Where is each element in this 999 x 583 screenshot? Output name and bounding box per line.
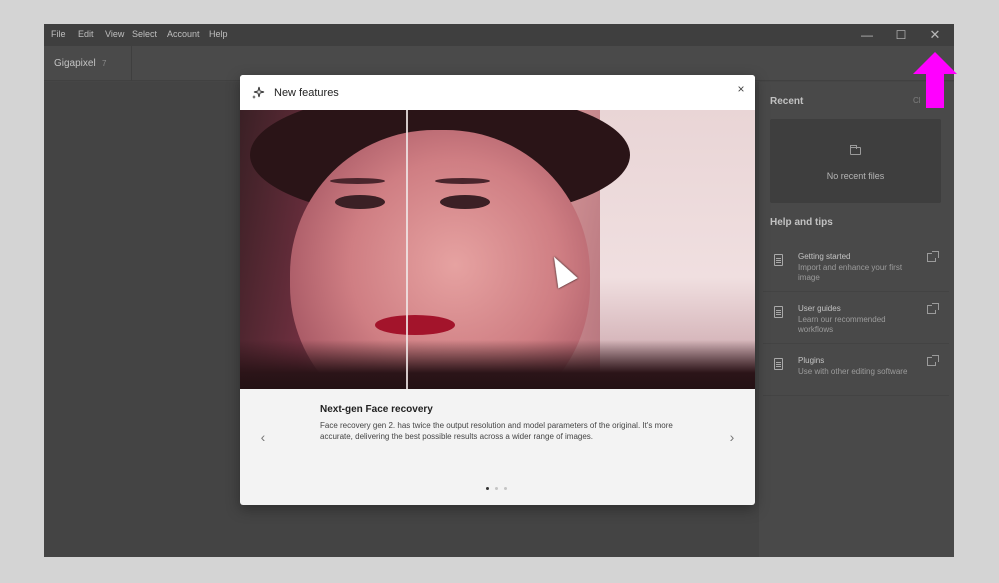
comparison-slider-handle[interactable] <box>406 110 408 389</box>
dialog-header: New features × <box>240 75 755 110</box>
feature-comparison-image <box>240 110 755 389</box>
feature-title: Next-gen Face recovery <box>320 404 433 415</box>
feature-description: Face recovery gen 2. has twice the outpu… <box>320 421 673 441</box>
annotation-arrow-icon <box>913 52 957 108</box>
dialog-close-button[interactable]: × <box>734 82 748 96</box>
page-dot-active[interactable] <box>486 487 489 490</box>
next-slide-button[interactable]: › <box>725 430 739 444</box>
page-dot[interactable] <box>504 487 507 490</box>
new-features-dialog: New features × ‹ Next-gen Face recovery … <box>240 75 755 505</box>
dialog-title: New features <box>274 87 339 99</box>
page-dot[interactable] <box>495 487 498 490</box>
previous-slide-button[interactable]: ‹ <box>256 430 270 444</box>
pagination-dots <box>486 487 510 491</box>
sparkle-icon <box>252 86 265 99</box>
